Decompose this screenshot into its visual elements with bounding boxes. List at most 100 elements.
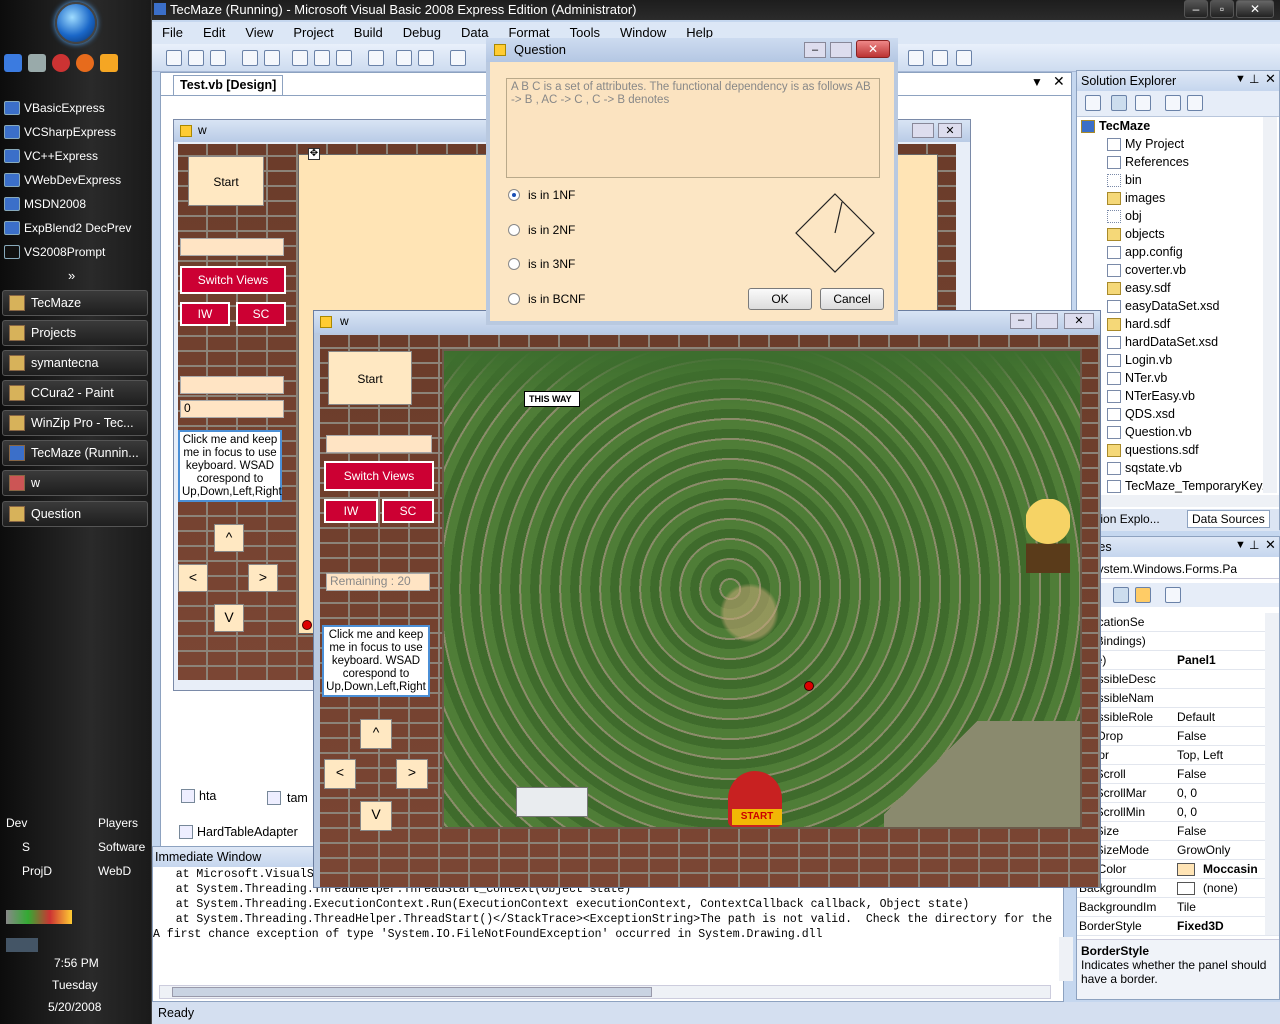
tree-node[interactable]: easy.sdf	[1107, 279, 1171, 297]
property-row[interactable]: lowDrop False	[1077, 727, 1279, 746]
tree-node[interactable]: TecMaze_TemporaryKey.p	[1107, 477, 1272, 495]
component-hta[interactable]: hta	[181, 789, 216, 803]
property-row[interactable]: ccessibleNam	[1077, 689, 1279, 708]
property-row[interactable]: BackgroundIm (none)	[1077, 879, 1279, 898]
view-designer-icon[interactable]	[1187, 95, 1203, 111]
scroll-thumb[interactable]	[172, 987, 652, 997]
component-hardtableadapter[interactable]: HardTableAdapter	[179, 825, 298, 839]
minimize-button[interactable]: –	[1184, 0, 1208, 18]
toolbar-dev[interactable]: Dev	[6, 816, 27, 830]
tree-node[interactable]: References	[1107, 153, 1189, 171]
ie-icon[interactable]	[4, 54, 22, 72]
more-chevron-icon[interactable]: »	[68, 268, 75, 283]
maximize-button[interactable]: ▫	[1210, 0, 1234, 18]
property-row[interactable]: utoScrollMar 0, 0	[1077, 784, 1279, 803]
clock-time[interactable]: 7:56 PM	[54, 956, 99, 970]
home-icon[interactable]	[28, 54, 46, 72]
tree-node[interactable]: easyDataSet.xsd	[1107, 297, 1220, 315]
property-row[interactable]: pplicationSe	[1077, 613, 1279, 632]
taskbar-btn-winzip[interactable]: WinZip Pro - Tec...	[2, 410, 148, 436]
property-row[interactable]: BackgroundIm Tile	[1077, 898, 1279, 917]
design-up-button[interactable]: ^	[214, 524, 244, 552]
maze-image[interactable]: THIS WAY START	[442, 349, 1082, 829]
pin-icon[interactable]: ⊥	[1249, 72, 1259, 86]
tree-node[interactable]: bin	[1107, 171, 1142, 189]
pane-dropdown-icon[interactable]: ▼	[1235, 539, 1246, 551]
paste-icon[interactable]	[336, 50, 352, 66]
property-value[interactable]: 0, 0	[1177, 803, 1197, 822]
tree-node[interactable]: coverter.vb	[1107, 261, 1186, 279]
right-button[interactable]: >	[396, 759, 428, 789]
taskbar-btn-w[interactable]: w	[2, 470, 148, 496]
tree-node[interactable]: hard.sdf	[1107, 315, 1170, 333]
refresh-icon[interactable]	[1135, 95, 1151, 111]
tree-node[interactable]: QDS.xsd	[1107, 405, 1175, 423]
tree-node[interactable]: sqstate.vb	[1107, 459, 1182, 477]
taskbar-btn-tecmaze-running[interactable]: TecMaze (Runnin...	[2, 440, 148, 466]
left-button[interactable]: <	[324, 759, 356, 789]
menu-debug[interactable]: Debug	[393, 22, 451, 44]
view-code-icon[interactable]	[1165, 95, 1181, 111]
close-doc-icon[interactable]: ✕	[1053, 73, 1065, 90]
save-icon[interactable]	[242, 50, 258, 66]
design-iw-button[interactable]: IW	[180, 302, 230, 326]
property-row[interactable]: ackColor Moccasin	[1077, 860, 1279, 879]
move-handle-icon[interactable]: ✥	[308, 148, 320, 160]
menu-project[interactable]: Project	[283, 22, 343, 44]
quicklaunch-msdn[interactable]: MSDN2008	[4, 193, 148, 215]
up-button[interactable]: ^	[360, 719, 392, 749]
minimize-button[interactable]: –	[1010, 313, 1032, 329]
close-button[interactable]: ✕	[1236, 0, 1274, 18]
properties-icon[interactable]	[1085, 95, 1101, 111]
switch-views-button[interactable]: Switch Views	[324, 461, 434, 491]
comment-icon[interactable]	[396, 50, 412, 66]
design-textbox-1[interactable]	[180, 238, 284, 256]
tree-node[interactable]: obj	[1107, 207, 1142, 225]
property-row[interactable]: nchorTop, Left	[1077, 746, 1279, 765]
property-row[interactable]: ataBindings)	[1077, 632, 1279, 651]
taskbar-btn-paint[interactable]: CCura2 - Paint	[2, 380, 148, 406]
iw-button[interactable]: IW	[324, 499, 378, 523]
design-sc-button[interactable]: SC	[236, 302, 286, 326]
toolbar-webd[interactable]: WebD	[82, 864, 131, 878]
new-project-icon[interactable]	[166, 50, 182, 66]
property-row[interactable]: ame)Panel1	[1077, 651, 1279, 670]
object-browser-icon[interactable]	[956, 50, 972, 66]
design-help-box[interactable]: Click me and keep me in focus to use key…	[178, 430, 282, 502]
menu-view[interactable]: View	[235, 22, 283, 44]
running-form-w[interactable]: w – ✕ THIS WAY START Start Switch Views …	[313, 310, 1101, 888]
property-value[interactable]: GrowOnly	[1177, 841, 1230, 860]
property-value[interactable]: Default	[1177, 708, 1215, 727]
tray-icons[interactable]	[6, 910, 72, 924]
property-row[interactable]: ccessibleDesc	[1077, 670, 1279, 689]
design-textbox-2[interactable]	[180, 376, 284, 394]
property-row[interactable]: BorderStyle Fixed3D	[1077, 917, 1279, 936]
events-icon[interactable]	[1135, 587, 1151, 603]
sc-button[interactable]: SC	[382, 499, 434, 523]
property-row[interactable]: utoScrollMin 0, 0	[1077, 803, 1279, 822]
close-pane-icon[interactable]: ✕	[1265, 537, 1276, 553]
pane-dropdown-icon[interactable]: ▼	[1235, 73, 1246, 85]
quicklaunch-vcpp[interactable]: VC++Express	[4, 145, 148, 167]
tree-node[interactable]: NTerEasy.vb	[1107, 387, 1195, 405]
quicklaunch-vwebdev[interactable]: VWebDevExpress	[4, 169, 148, 191]
firefox-icon[interactable]	[76, 54, 94, 72]
property-value[interactable]: Top, Left	[1177, 746, 1223, 765]
show-all-files-icon[interactable]	[1111, 95, 1127, 111]
question-dialog[interactable]: Question – ✕ A B C is a set of attribute…	[486, 38, 898, 325]
menu-edit[interactable]: Edit	[193, 22, 235, 44]
minimize-button[interactable]: –	[804, 42, 826, 58]
immediate-hscrollbar[interactable]	[159, 985, 1051, 999]
toolbar-software[interactable]: Software	[82, 840, 145, 854]
menu-file[interactable]: File	[152, 22, 193, 44]
tab-dropdown-icon[interactable]: ▼	[1031, 75, 1043, 89]
quicklaunch-vsprompt[interactable]: VS2008Prompt	[4, 241, 148, 263]
uncomment-icon[interactable]	[418, 50, 434, 66]
menu-build[interactable]: Build	[344, 22, 393, 44]
tree-node[interactable]: hardDataSet.xsd	[1107, 333, 1218, 351]
tree-node[interactable]: Login.vb	[1107, 351, 1172, 369]
maximize-button[interactable]	[830, 42, 852, 58]
save-all-icon[interactable]	[264, 50, 280, 66]
close-pane-icon[interactable]: ✕	[1265, 71, 1276, 87]
start-button[interactable]: Start	[328, 351, 412, 405]
